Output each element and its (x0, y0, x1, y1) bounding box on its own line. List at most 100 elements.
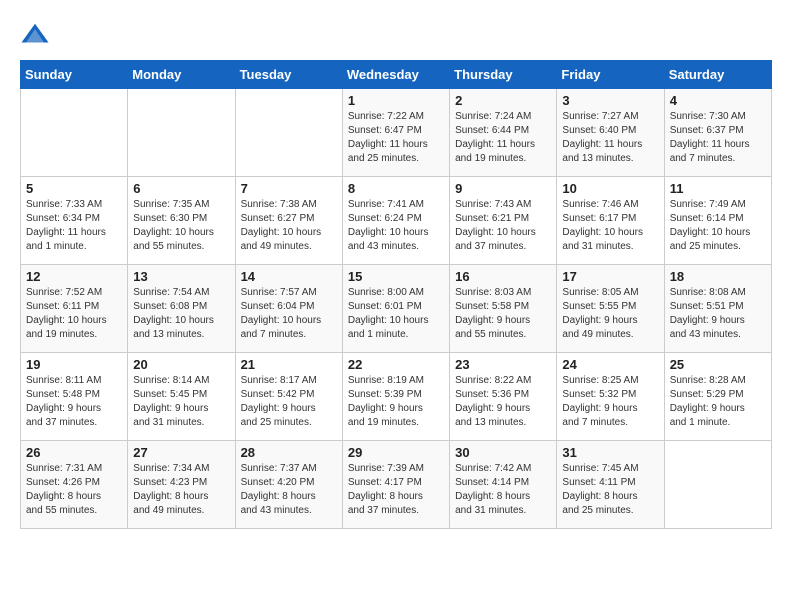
day-info: Sunrise: 7:34 AM Sunset: 4:23 PM Dayligh… (133, 462, 229, 518)
day-info: Sunrise: 8:05 AM Sunset: 5:55 PM Dayligh… (562, 286, 658, 342)
day-number: 10 (562, 181, 658, 196)
calendar-cell: 21 Sunrise: 8:17 AM Sunset: 5:42 PM Dayli… (235, 353, 342, 441)
week-row-1: 1Sunrise: 7:22 AM Sunset: 6:47 PM Daylig… (21, 89, 772, 177)
day-info: Sunrise: 7:31 AM Sunset: 4:26 PM Dayligh… (26, 462, 122, 518)
calendar-cell: 16 Sunrise: 8:03 AM Sunset: 5:58 PM Dayli… (450, 265, 557, 353)
calendar-cell (664, 441, 771, 529)
day-info: Sunrise: 8:19 AM Sunset: 5:39 PM Dayligh… (348, 374, 444, 430)
day-info: Sunrise: 7:45 AM Sunset: 4:11 PM Dayligh… (562, 462, 658, 518)
calendar-cell (21, 89, 128, 177)
day-info: Sunrise: 7:27 AM Sunset: 6:40 PM Dayligh… (562, 110, 658, 166)
calendar-cell: 4 Sunrise: 7:30 AM Sunset: 6:37 PM Daylig… (664, 89, 771, 177)
day-number: 16 (455, 269, 551, 284)
calendar-cell: 22 Sunrise: 8:19 AM Sunset: 5:39 PM Dayli… (342, 353, 449, 441)
day-number: 17 (562, 269, 658, 284)
column-header-friday: Friday (557, 61, 664, 89)
calendar-cell: 24 Sunrise: 8:25 AM Sunset: 5:32 PM Dayli… (557, 353, 664, 441)
calendar-cell: 14Sunrise: 7:57 AM Sunset: 6:04 PM Dayli… (235, 265, 342, 353)
day-number: 11 (670, 181, 766, 196)
day-number: 23 (455, 357, 551, 372)
calendar-cell: 8 Sunrise: 7:41 AM Sunset: 6:24 PM Daylig… (342, 177, 449, 265)
calendar-cell (128, 89, 235, 177)
day-number: 18 (670, 269, 766, 284)
calendar-cell: 23Sunrise: 8:22 AM Sunset: 5:36 PM Dayli… (450, 353, 557, 441)
day-info: Sunrise: 7:52 AM Sunset: 6:11 PM Dayligh… (26, 286, 122, 342)
column-header-sunday: Sunday (21, 61, 128, 89)
day-info: Sunrise: 8:17 AM Sunset: 5:42 PM Dayligh… (241, 374, 337, 430)
calendar-cell: 25 Sunrise: 8:28 AM Sunset: 5:29 PM Dayli… (664, 353, 771, 441)
day-number: 3 (562, 93, 658, 108)
day-info: Sunrise: 7:41 AM Sunset: 6:24 PM Dayligh… (348, 198, 444, 254)
day-info: Sunrise: 7:54 AM Sunset: 6:08 PM Dayligh… (133, 286, 229, 342)
day-number: 21 (241, 357, 337, 372)
day-number: 25 (670, 357, 766, 372)
calendar-cell: 13 Sunrise: 7:54 AM Sunset: 6:08 PM Dayli… (128, 265, 235, 353)
week-row-4: 19 Sunrise: 8:11 AM Sunset: 5:48 PM Dayli… (21, 353, 772, 441)
day-info: Sunrise: 8:00 AM Sunset: 6:01 PM Dayligh… (348, 286, 444, 342)
calendar-cell: 6 Sunrise: 7:35 AM Sunset: 6:30 PM Daylig… (128, 177, 235, 265)
day-info: Sunrise: 8:28 AM Sunset: 5:29 PM Dayligh… (670, 374, 766, 430)
calendar-cell: 11Sunrise: 7:49 AM Sunset: 6:14 PM Dayli… (664, 177, 771, 265)
day-number: 24 (562, 357, 658, 372)
calendar-cell: 19 Sunrise: 8:11 AM Sunset: 5:48 PM Dayli… (21, 353, 128, 441)
calendar-cell: 12 Sunrise: 7:52 AM Sunset: 6:11 PM Dayli… (21, 265, 128, 353)
day-number: 12 (26, 269, 122, 284)
calendar-cell: 9 Sunrise: 7:43 AM Sunset: 6:21 PM Daylig… (450, 177, 557, 265)
calendar-cell: 28 Sunrise: 7:37 AM Sunset: 4:20 PM Dayli… (235, 441, 342, 529)
week-row-3: 12 Sunrise: 7:52 AM Sunset: 6:11 PM Dayli… (21, 265, 772, 353)
day-number: 5 (26, 181, 122, 196)
calendar-cell: 17 Sunrise: 8:05 AM Sunset: 5:55 PM Dayli… (557, 265, 664, 353)
column-header-saturday: Saturday (664, 61, 771, 89)
calendar-cell: 18 Sunrise: 8:08 AM Sunset: 5:51 PM Dayli… (664, 265, 771, 353)
day-number: 31 (562, 445, 658, 460)
calendar-cell: 31 Sunrise: 7:45 AM Sunset: 4:11 PM Dayli… (557, 441, 664, 529)
day-info: Sunrise: 7:22 AM Sunset: 6:47 PM Dayligh… (348, 110, 444, 166)
column-header-wednesday: Wednesday (342, 61, 449, 89)
day-number: 29 (348, 445, 444, 460)
day-info: Sunrise: 8:08 AM Sunset: 5:51 PM Dayligh… (670, 286, 766, 342)
day-number: 15 (348, 269, 444, 284)
day-number: 8 (348, 181, 444, 196)
day-number: 4 (670, 93, 766, 108)
calendar-cell: 5 Sunrise: 7:33 AM Sunset: 6:34 PM Daylig… (21, 177, 128, 265)
logo-icon (20, 20, 50, 50)
calendar-cell: 3 Sunrise: 7:27 AM Sunset: 6:40 PM Daylig… (557, 89, 664, 177)
calendar-cell: 15 Sunrise: 8:00 AM Sunset: 6:01 PM Dayli… (342, 265, 449, 353)
day-info: Sunrise: 8:11 AM Sunset: 5:48 PM Dayligh… (26, 374, 122, 430)
calendar-cell: 10 Sunrise: 7:46 AM Sunset: 6:17 PM Dayli… (557, 177, 664, 265)
column-header-monday: Monday (128, 61, 235, 89)
day-info: Sunrise: 7:38 AM Sunset: 6:27 PM Dayligh… (241, 198, 337, 254)
day-info: Sunrise: 7:46 AM Sunset: 6:17 PM Dayligh… (562, 198, 658, 254)
calendar-table: SundayMondayTuesdayWednesdayThursdayFrid… (20, 60, 772, 529)
day-info: Sunrise: 7:37 AM Sunset: 4:20 PM Dayligh… (241, 462, 337, 518)
calendar-cell: 27Sunrise: 7:34 AM Sunset: 4:23 PM Dayli… (128, 441, 235, 529)
day-number: 20 (133, 357, 229, 372)
day-info: Sunrise: 8:14 AM Sunset: 5:45 PM Dayligh… (133, 374, 229, 430)
day-number: 14 (241, 269, 337, 284)
day-number: 13 (133, 269, 229, 284)
day-number: 9 (455, 181, 551, 196)
day-number: 19 (26, 357, 122, 372)
day-number: 6 (133, 181, 229, 196)
day-info: Sunrise: 8:03 AM Sunset: 5:58 PM Dayligh… (455, 286, 551, 342)
calendar-cell: 29Sunrise: 7:39 AM Sunset: 4:17 PM Dayli… (342, 441, 449, 529)
day-number: 7 (241, 181, 337, 196)
column-header-tuesday: Tuesday (235, 61, 342, 89)
day-number: 28 (241, 445, 337, 460)
logo (20, 20, 54, 50)
day-info: Sunrise: 7:43 AM Sunset: 6:21 PM Dayligh… (455, 198, 551, 254)
week-row-5: 26Sunrise: 7:31 AM Sunset: 4:26 PM Dayli… (21, 441, 772, 529)
calendar-cell (235, 89, 342, 177)
day-info: Sunrise: 7:33 AM Sunset: 6:34 PM Dayligh… (26, 198, 122, 254)
day-number: 30 (455, 445, 551, 460)
day-info: Sunrise: 7:35 AM Sunset: 6:30 PM Dayligh… (133, 198, 229, 254)
column-header-thursday: Thursday (450, 61, 557, 89)
day-number: 22 (348, 357, 444, 372)
calendar-cell: 7 Sunrise: 7:38 AM Sunset: 6:27 PM Daylig… (235, 177, 342, 265)
day-info: Sunrise: 7:42 AM Sunset: 4:14 PM Dayligh… (455, 462, 551, 518)
day-info: Sunrise: 8:25 AM Sunset: 5:32 PM Dayligh… (562, 374, 658, 430)
day-info: Sunrise: 7:30 AM Sunset: 6:37 PM Dayligh… (670, 110, 766, 166)
page-header (20, 20, 772, 50)
day-number: 2 (455, 93, 551, 108)
week-row-2: 5 Sunrise: 7:33 AM Sunset: 6:34 PM Daylig… (21, 177, 772, 265)
